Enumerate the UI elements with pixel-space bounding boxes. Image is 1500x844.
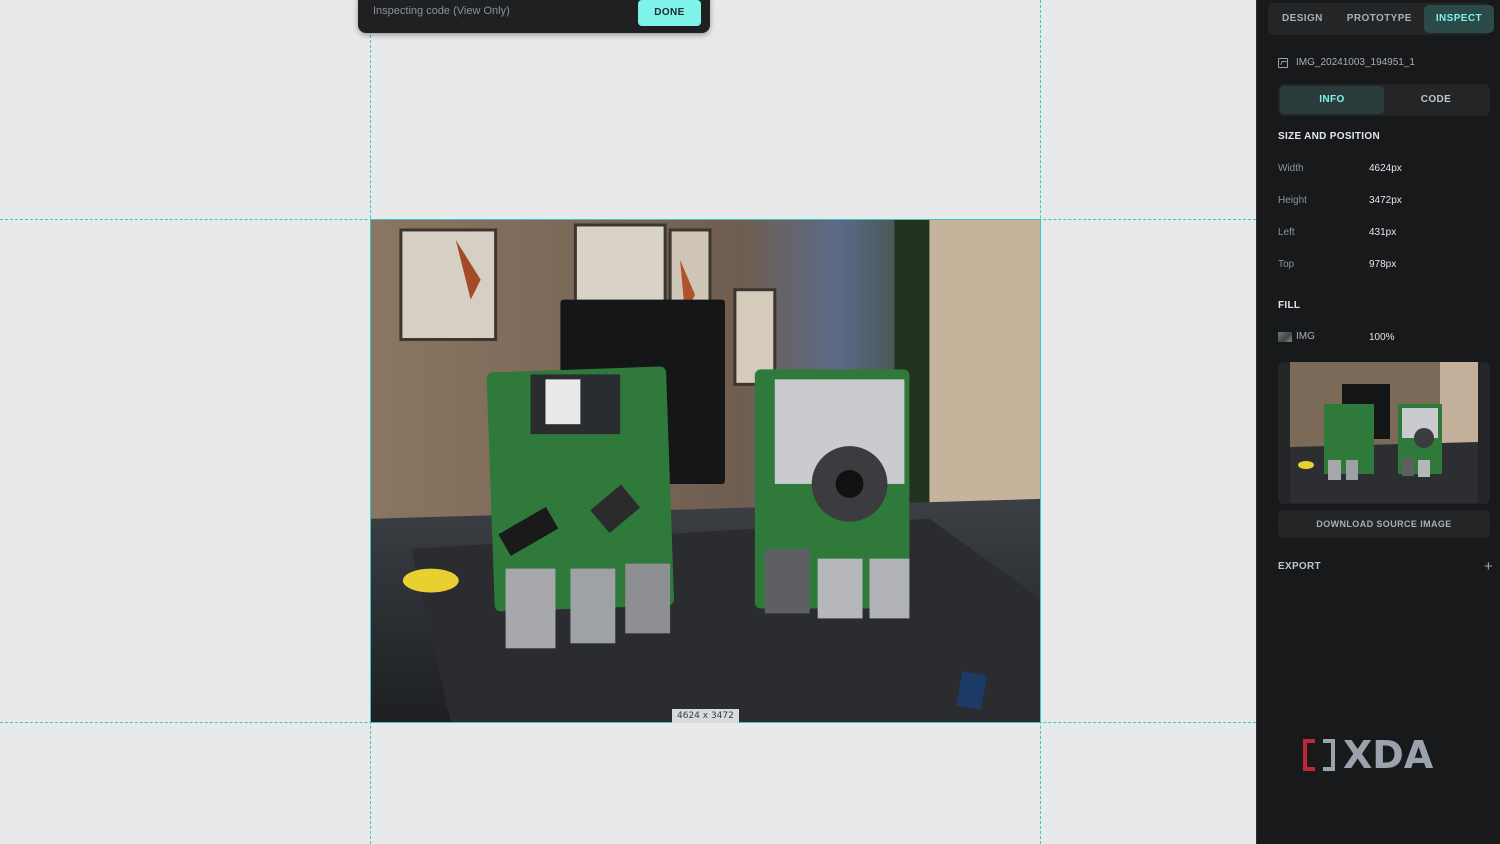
image-dimensions-badge: 4624 x 3472 (672, 709, 739, 723)
design-canvas[interactable]: 4624 x 3472 Inspecting code (View Only) … (0, 0, 1256, 844)
selected-image-layer[interactable] (370, 219, 1041, 723)
width-value[interactable]: 4624px (1369, 163, 1402, 174)
view-only-toast: Inspecting code (View Only) DONE (358, 0, 710, 33)
export-row: EXPORT + (1278, 558, 1493, 575)
xda-watermark-logo: XDA (1303, 733, 1434, 777)
layer-name-row: IMG_20241003_194951_1 (1278, 57, 1415, 68)
layer-name: IMG_20241003_194951_1 (1296, 57, 1415, 68)
tab-inspect[interactable]: INSPECT (1423, 5, 1494, 33)
image-fill-icon (1278, 332, 1292, 342)
fill-type: IMG (1296, 331, 1315, 342)
thumbnail-photo (1290, 362, 1478, 503)
tab-code[interactable]: CODE (1384, 86, 1488, 114)
inspect-panel: DESIGN PROTOTYPE INSPECT IMG_20241003_19… (1256, 0, 1500, 844)
toast-message: Inspecting code (View Only) (373, 5, 510, 17)
download-source-image-button[interactable]: DOWNLOAD SOURCE IMAGE (1278, 510, 1490, 538)
height-label: Height (1278, 195, 1307, 206)
top-label: Top (1278, 259, 1295, 270)
size-position-title: SIZE AND POSITION (1278, 131, 1380, 142)
left-value[interactable]: 431px (1369, 227, 1396, 238)
fill-title: FILL (1278, 300, 1301, 311)
tab-design[interactable]: DESIGN (1270, 5, 1335, 33)
image-file-icon (1278, 57, 1288, 68)
done-button[interactable]: DONE (638, 0, 701, 26)
mode-tabs: DESIGN PROTOTYPE INSPECT (1268, 3, 1494, 35)
tab-prototype[interactable]: PROTOTYPE (1335, 5, 1424, 33)
info-code-tabs: INFO CODE (1278, 84, 1490, 116)
tab-info[interactable]: INFO (1280, 86, 1384, 114)
image-thumbnail (1278, 362, 1490, 504)
fill-opacity[interactable]: 100% (1369, 332, 1395, 343)
plus-icon[interactable]: + (1484, 558, 1493, 575)
raspberry-pi-boards-photo (371, 220, 1040, 722)
top-value[interactable]: 978px (1369, 259, 1396, 270)
xda-brand-text: XDA (1343, 733, 1434, 777)
height-value[interactable]: 3472px (1369, 195, 1402, 206)
export-label: EXPORT (1278, 561, 1321, 572)
left-label: Left (1278, 227, 1295, 238)
width-label: Width (1278, 163, 1304, 174)
